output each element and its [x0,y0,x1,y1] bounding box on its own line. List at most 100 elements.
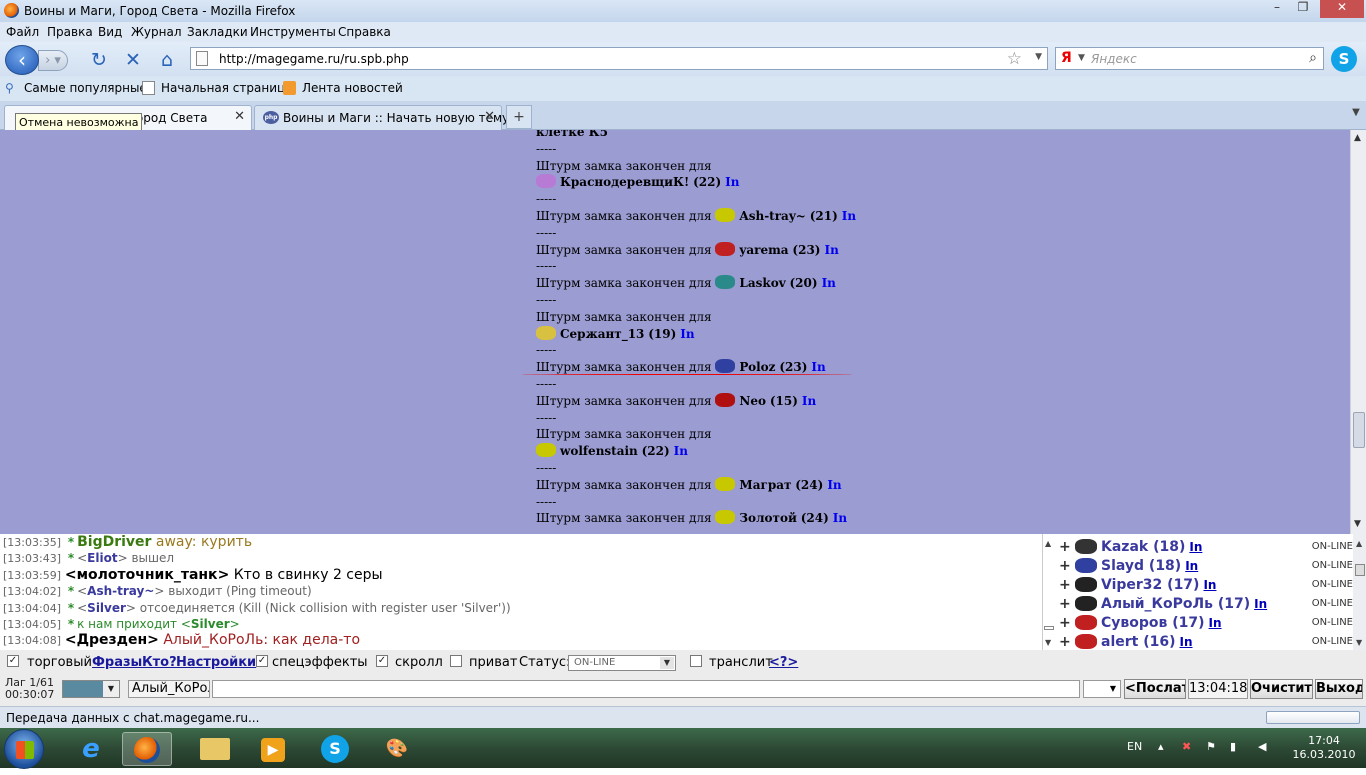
player-name[interactable]: wolfenstain [560,444,638,458]
user-info-link[interactable]: In [1185,559,1198,573]
user-name[interactable]: alert (16) In [1101,634,1193,650]
chat-nick[interactable]: Ash-tray~ [87,584,154,598]
player-info-link[interactable]: In [842,209,856,223]
bookmark-star-icon[interactable]: ☆ [1007,49,1022,69]
effects-checkbox[interactable]: ✓ [256,655,268,667]
scroll-down-icon[interactable]: ▼ [1354,519,1361,529]
tray-flag-icon[interactable]: ⚑ [1206,740,1216,753]
reload-icon[interactable]: ↻ [88,49,110,71]
scroll-thumb[interactable] [1355,564,1365,576]
player-info-link[interactable]: In [802,394,816,408]
chevron-down-icon[interactable]: ▼ [103,681,119,697]
color-select[interactable]: ▼ [62,680,120,698]
chat-nick[interactable]: Silver [87,601,126,615]
phrases-link[interactable]: Фразы [92,655,142,670]
clear-button[interactable]: Очистить [1250,679,1313,699]
close-tab-icon[interactable]: ✕ [234,109,245,124]
player-info-link[interactable]: In [811,360,825,374]
userlist-row[interactable]: + Kazak (18) In ON-LINE [1057,538,1353,557]
user-info-link[interactable]: In [1203,578,1216,592]
url-text[interactable]: http://magegame.ru/ru.spb.php [219,52,409,66]
menu-edit[interactable]: Правка [47,25,93,39]
add-user-icon[interactable]: + [1059,634,1071,650]
scroll-up-icon[interactable]: ▲ [1356,539,1362,548]
user-name[interactable]: Viper32 (17) In [1101,577,1216,593]
player-name[interactable]: Laskov [739,276,785,290]
back-button[interactable]: ‹ [5,45,39,75]
page-scrollbar[interactable]: ▲ ▼ [1350,130,1366,534]
userlist-row[interactable]: + Slayd (18) In ON-LINE [1057,557,1353,576]
chat-nick[interactable]: Eliot [87,551,117,565]
menu-view[interactable]: Вид [98,25,122,39]
exit-button[interactable]: Выход [1315,679,1363,699]
menu-help[interactable]: Справка [338,25,391,39]
player-name[interactable]: Neo [739,394,766,408]
bookmark-home-page[interactable]: Начальная страница [161,81,293,95]
search-input[interactable]: Яндекс [1091,52,1137,66]
tray-network-icon[interactable]: ✖ [1182,740,1191,753]
status-select[interactable]: ON-LINE ▼ [568,655,676,671]
close-window-button[interactable]: ✕ [1320,0,1364,18]
tray-volume-icon[interactable]: ◀ [1258,740,1266,753]
send-button[interactable]: <Послать [1124,679,1186,699]
paint-icon[interactable]: 🎨 [372,732,422,766]
scroll-down-icon[interactable]: ▼ [1356,638,1362,647]
tab-new-topic[interactable]: php Воины и Маги :: Начать новую тему ✕ [254,105,509,130]
player-name[interactable]: Маграт [739,478,791,492]
language-indicator[interactable]: EN [1127,740,1142,753]
url-dropdown-icon[interactable]: ▼ [1035,52,1042,62]
help-link[interactable]: <?> [769,655,798,670]
user-info-link[interactable]: In [1180,635,1193,649]
add-user-icon[interactable]: + [1059,558,1071,574]
player-name[interactable]: Poloz [739,360,775,374]
nick-field[interactable]: Алый_КоРоЛь [128,680,210,698]
menu-history[interactable]: Журнал [131,25,182,39]
address-bar[interactable]: http://magegame.ru/ru.spb.php ☆ ▼ [190,47,1048,70]
message-history-dropdown[interactable]: ▼ [1083,680,1121,698]
internet-explorer-icon[interactable]: e [66,732,116,766]
player-info-link[interactable]: In [824,243,838,257]
menu-tools[interactable]: Инструменты [250,25,336,39]
scroll-up-icon[interactable]: ▲ [1045,539,1051,548]
forward-button[interactable]: › ▾ [38,50,68,71]
explorer-folder-icon[interactable] [190,732,240,766]
userlist-right-scroll[interactable]: ▲ ▼ [1353,534,1366,650]
add-user-icon[interactable]: + [1059,596,1071,612]
translit-checkbox[interactable] [690,655,702,667]
new-tab-button[interactable]: + [506,105,532,129]
player-name[interactable]: yarema [739,243,788,257]
private-checkbox[interactable] [450,655,462,667]
chevron-down-icon[interactable]: ▼ [660,657,674,669]
player-name[interactable]: КраснодеревщиК! [560,175,689,189]
player-name[interactable]: Ash-tray~ [739,209,805,223]
scroll-up-icon[interactable]: ▲ [1354,133,1361,143]
chat-nick[interactable]: Silver [191,617,230,631]
user-name[interactable]: Суворов (17) In [1101,615,1222,631]
userlist-row[interactable]: + alert (16) In ON-LINE [1057,633,1353,650]
player-info-link[interactable]: In [827,478,841,492]
tab-list-dropdown-icon[interactable]: ▼ [1347,107,1365,127]
bookmark-most-visited[interactable]: Самые популярные [24,81,147,95]
scroll-checkbox[interactable]: ✓ [376,655,388,667]
user-name[interactable]: Алый_КоРоЛь (17) In [1101,596,1267,612]
userlist-row[interactable]: + Viper32 (17) In ON-LINE [1057,576,1353,595]
menu-file[interactable]: Файл [6,25,39,39]
player-info-link[interactable]: In [725,175,739,189]
user-info-link[interactable]: In [1189,540,1202,554]
player-name[interactable]: Сержант_13 [560,327,644,341]
add-user-icon[interactable]: + [1059,539,1071,555]
player-info-link[interactable]: In [674,444,688,458]
menu-bookmarks[interactable]: Закладки [187,25,248,39]
close-tab-icon[interactable]: ✕ [484,109,495,124]
search-engine-dropdown-icon[interactable]: ▼ [1078,53,1085,63]
player-info-link[interactable]: In [822,276,836,290]
who-link[interactable]: Кто? [142,655,177,670]
settings-link[interactable]: Настройки [176,655,256,670]
player-info-link[interactable]: In [833,511,847,525]
search-bar[interactable]: Я ▼ Яндекс ⌕ [1055,47,1324,70]
start-button[interactable] [4,729,44,769]
user-name[interactable]: Slayd (18) In [1101,558,1198,574]
maximize-button[interactable]: ❐ [1288,0,1318,18]
scroll-thumb[interactable] [1044,626,1054,630]
scrollbar-thumb[interactable] [1353,412,1365,448]
